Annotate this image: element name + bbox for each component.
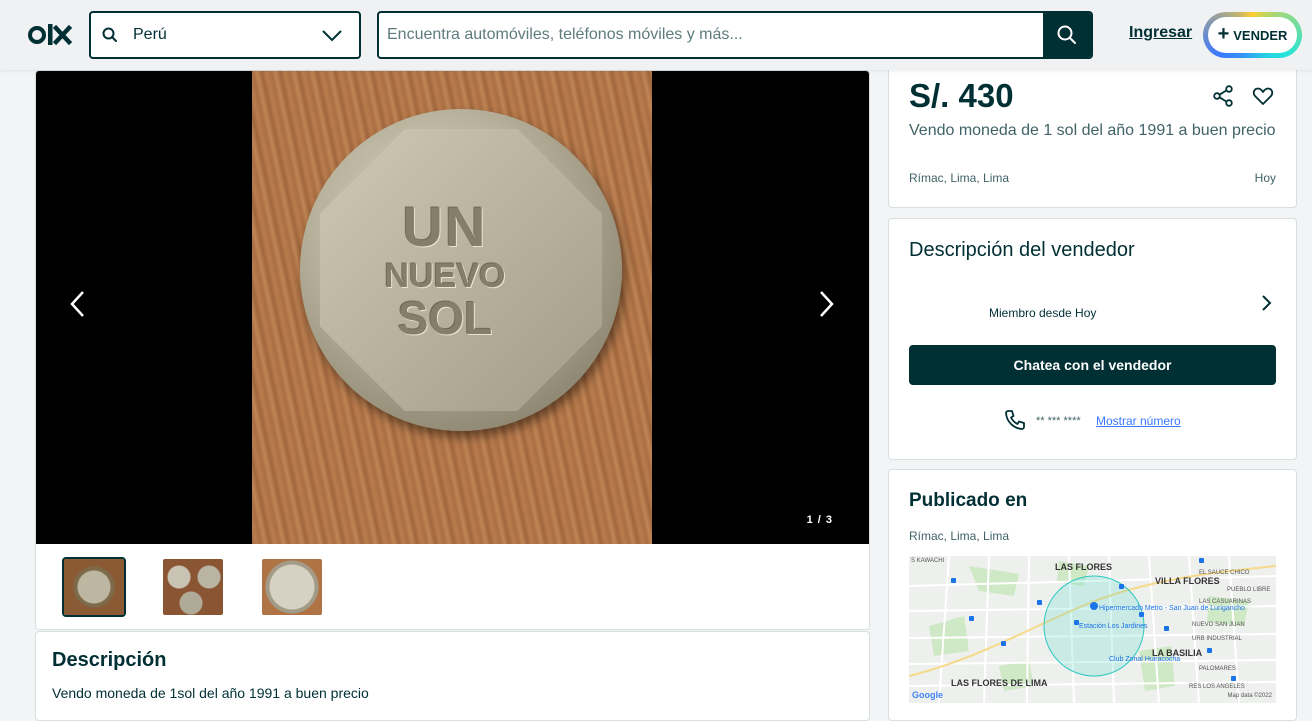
chevron-left-icon [70,291,84,317]
map-label-club-zonal: Club Zonal Huiracocha [1109,656,1181,663]
seller-title: Descripción del vendedor [909,239,1135,261]
chat-button[interactable]: Chatea con el vendedor [909,345,1276,385]
published-location: Rímac, Lima, Lima [909,529,1010,543]
coin-text-un: UN [402,195,488,258]
sell-button[interactable]: + VENDER [1203,12,1302,58]
seller-profile-chevron-icon[interactable] [1259,293,1273,318]
map-label-hipermercado: Hipermercado Metro - San Juan de Lurigan… [1099,605,1245,612]
coin-photo: UN NUEVO SOL [252,71,652,544]
map-label-nuevo-san-juan: NUEVO SAN JUAN [1192,622,1245,628]
location-value: Perú [133,26,167,43]
description-card: Descripción Vendo moneda de 1sol del año… [35,631,870,721]
search-input[interactable] [387,13,1037,57]
map-credit: Map data ©2022 [1227,693,1272,699]
map-label-urb-industrial: URB INDUSTRIAL [1192,636,1243,642]
map-label-villa-flores: VILLA FLORES [1155,576,1220,586]
map-label-las-flores: LAS FLORES [1055,562,1113,572]
google-logo: Google [912,690,943,700]
sell-button-label: VENDER [1233,27,1288,43]
chevron-down-icon[interactable] [321,25,343,50]
plus-icon: + [1217,23,1230,45]
top-header: Perú Ingresar + VENDER [0,0,1312,70]
map-label-res-los-angeles: RES LOS ANGELES [1189,684,1245,690]
description-text: Vendo moneda de 1sol del año 1991 a buen… [52,685,369,701]
description-title: Descripción [52,649,167,671]
ad-price: S/. 430 [909,77,1014,114]
coin-image: UN NUEVO SOL [300,109,622,431]
location-selector[interactable]: Perú [89,11,361,59]
thumbnail-strip [36,544,869,629]
thumbnail-2[interactable] [163,559,223,615]
search-icon [1057,25,1076,44]
image-gallery: UN NUEVO SOL 1 / 3 [35,70,870,630]
coin-text-sol: SOL [397,292,493,344]
thumbnail-3[interactable] [262,559,322,615]
location-map[interactable]: S KAWACHI LAS FLORES EL SAUCE CHICO VILL… [909,556,1276,703]
published-in-card: Publicado en Rímac, Lima, Lima S KAWACHI… [888,469,1297,721]
show-number-link[interactable]: Mostrar número [1096,414,1181,428]
coin-text-nuevo: NUEVO [384,257,506,295]
phone-icon [1003,408,1027,437]
chevron-right-icon [820,291,834,317]
next-image-button[interactable] [814,289,838,319]
masked-phone-number: ** *** **** [1036,415,1081,427]
map-label-palomares: PALOMARES [1199,666,1236,672]
map-label-estacion: Estación Los Jardines [1079,623,1148,630]
thumbnail-1[interactable] [62,557,126,617]
search-button[interactable] [1043,13,1091,57]
image-counter: 1 / 3 [806,514,833,526]
ad-date: Hoy [1254,171,1276,185]
ad-location: Rímac, Lima, Lima [909,171,1010,185]
member-since: Miembro desde Hoy [989,306,1097,320]
published-title: Publicado en [909,490,1028,511]
main-image-viewer[interactable]: UN NUEVO SOL 1 / 3 [36,71,869,544]
olx-logo[interactable] [28,22,73,48]
share-icon[interactable] [1212,85,1234,112]
map-label-pueblo-libre: PUEBLO LIBRE [1227,587,1271,593]
ad-title: Vendo moneda de 1 sol del año 1991 a bue… [909,122,1276,139]
search-bar [377,11,1093,59]
login-link[interactable]: Ingresar [1129,24,1192,42]
previous-image-button[interactable] [66,289,90,319]
map-label-kawachi: S KAWACHI [911,558,945,564]
heart-icon[interactable] [1252,85,1274,112]
price-card: S/. 430 Vendo moneda de 1 sol del año 19… [888,64,1297,208]
search-icon [101,26,119,49]
map-label-las-flores-lima: LAS FLORES DE LIMA [951,678,1048,688]
seller-card: Descripción del vendedor Miembro desde H… [888,218,1297,460]
